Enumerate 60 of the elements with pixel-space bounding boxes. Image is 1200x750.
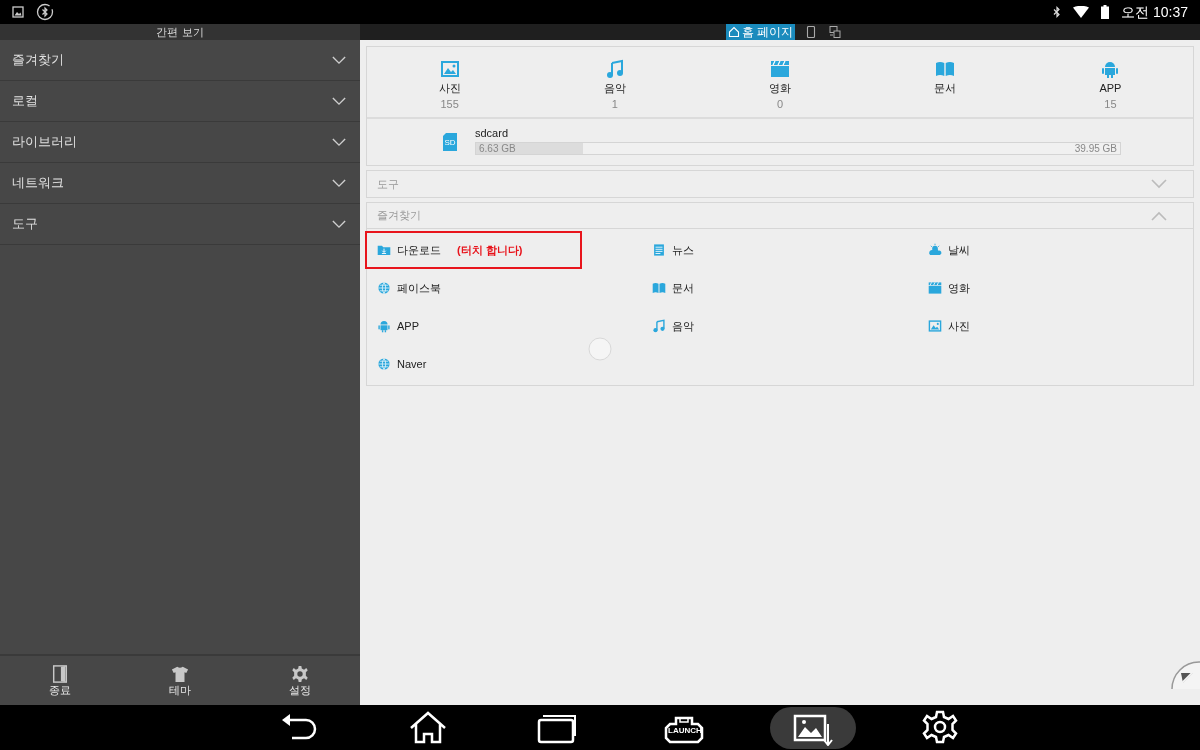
globe-icon [377, 281, 391, 295]
nav-button[interactable]: LAUNCH [642, 706, 728, 749]
film-clapper-icon [927, 281, 942, 295]
toolbar-button[interactable]: 종료 [0, 656, 120, 705]
category-button[interactable]: 사진 155 [367, 47, 533, 117]
storage-name: sdcard [475, 127, 510, 140]
document-icon [652, 243, 667, 257]
download-folder-icon [377, 243, 391, 257]
favorite-item[interactable]: 페이스북 [365, 269, 583, 307]
annotation-text: (터치 합니다) [457, 242, 523, 258]
home-icon [728, 26, 740, 38]
total-size-text: 39.95 GB [1074, 143, 1117, 155]
category-button[interactable]: 음악 1 [532, 47, 698, 117]
sun-cloud-icon [927, 243, 942, 257]
bluetooth-notification-icon [36, 3, 54, 21]
used-size-text: 6.63 GB [479, 143, 516, 155]
music-note-icon [652, 319, 667, 333]
sidebar-item[interactable]: 즐겨찾기 [0, 40, 360, 81]
settings-icon [291, 664, 309, 683]
favorite-item[interactable]: 다운로드 (터치 합니다) [365, 231, 583, 269]
category-button[interactable]: 영화 0 [697, 47, 863, 117]
sidebar-item[interactable]: 라이브러리 [0, 122, 360, 163]
t-shirt-icon [171, 664, 189, 683]
favorite-item[interactable]: 사진 [915, 307, 1133, 345]
favorite-item[interactable]: Naver [365, 345, 583, 383]
android-robot-icon [1100, 59, 1121, 79]
globe-icon [377, 357, 391, 371]
sd-card-icon: SD [441, 132, 459, 152]
battery-icon [1101, 5, 1110, 19]
book-icon [652, 281, 667, 295]
toolbar-button[interactable]: 설정 [240, 656, 360, 705]
favorite-item[interactable]: 음악 [640, 307, 858, 345]
bluetooth-icon [1053, 6, 1062, 18]
category-button[interactable]: APP 15 [1027, 47, 1193, 117]
music-note-icon [604, 59, 625, 79]
clock-text: 오전 10:37 [1121, 2, 1188, 22]
sidebar-item[interactable]: 도구 [0, 204, 360, 245]
favorite-item[interactable]: 뉴스 [640, 231, 858, 269]
image-notification-icon [12, 6, 24, 18]
favorite-item[interactable]: 날씨 [915, 231, 1133, 269]
film-clapper-icon [770, 59, 790, 79]
favorite-item[interactable]: 영화 [915, 269, 1133, 307]
tab[interactable] [827, 24, 844, 40]
sidebar-item[interactable]: 네트워크 [0, 163, 360, 204]
category-button[interactable]: 문서 [862, 47, 1028, 117]
toolbar-button[interactable]: 테마 [120, 656, 240, 705]
image-icon [439, 59, 460, 79]
touch-indicator [588, 337, 612, 361]
tab[interactable]: 홈 페이지 [726, 24, 796, 40]
android-robot-icon [377, 319, 391, 333]
sidebar-item[interactable]: 로컬 [0, 81, 360, 122]
wifi-icon [1073, 6, 1090, 18]
favorite-item[interactable]: 문서 [640, 269, 858, 307]
book-icon [935, 59, 956, 79]
nav-button[interactable] [770, 706, 856, 749]
favorite-item[interactable]: APP [365, 307, 583, 345]
image-icon [927, 319, 942, 333]
phone-icon [805, 26, 818, 38]
sidebar-title: 간편 보기 [0, 24, 360, 40]
door-icon [51, 664, 69, 683]
